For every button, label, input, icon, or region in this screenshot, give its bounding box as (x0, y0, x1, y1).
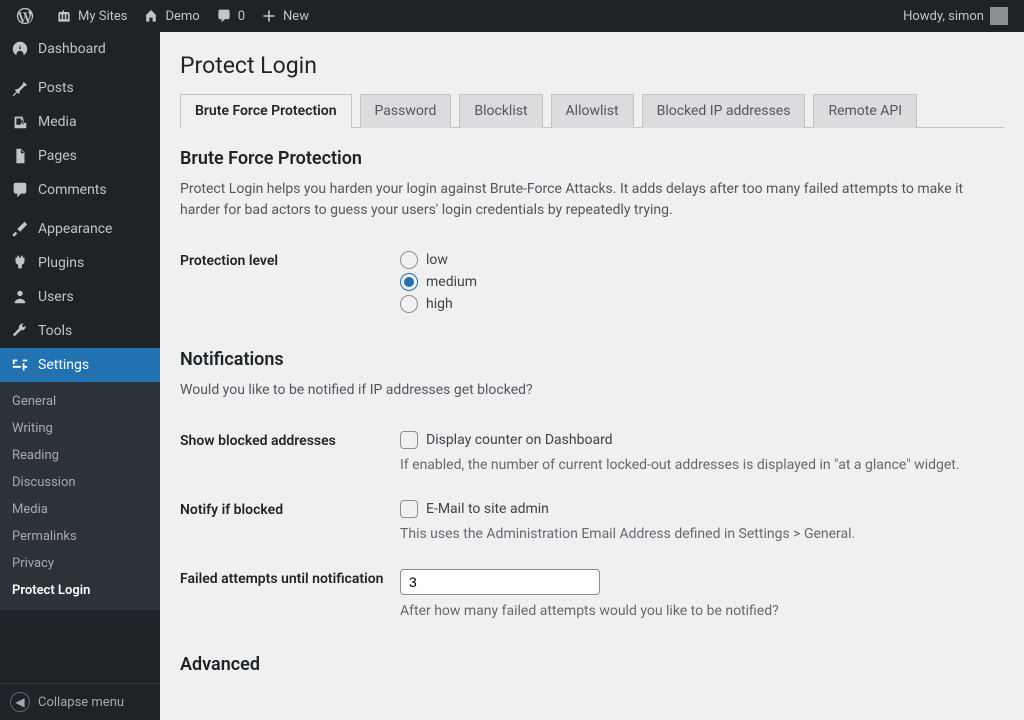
sidebar-item-label: Users (38, 289, 74, 305)
brush-icon (10, 220, 30, 238)
admin-bar: My Sites Demo 0 New Howdy, simon (0, 0, 1024, 32)
comments-link[interactable]: 0 (208, 0, 253, 32)
users-icon (10, 288, 30, 306)
section-brute-force-heading: Brute Force Protection (180, 148, 1004, 169)
sidebar-item-tools[interactable]: Tools (0, 314, 160, 348)
protection-low-radio[interactable] (400, 251, 418, 269)
show-blocked-label: Show blocked addresses (180, 431, 400, 476)
sidebar-item-media[interactable]: Media (0, 105, 160, 139)
sidebar-item-label: Dashboard (38, 41, 106, 57)
sidebar-item-label: Plugins (38, 255, 84, 271)
attempts-input[interactable] (400, 569, 600, 595)
notify-desc: This uses the Administration Email Addre… (400, 524, 1004, 545)
section-notifications-desc: Would you like to be notified if IP addr… (180, 380, 1004, 401)
notify-checkbox-label: E-Mail to site admin (426, 501, 549, 517)
submenu-reading[interactable]: Reading (0, 442, 160, 469)
submenu-discussion[interactable]: Discussion (0, 469, 160, 496)
wrench-icon (10, 322, 30, 340)
show-blocked-checkbox-line[interactable]: Display counter on Dashboard (400, 431, 1004, 449)
show-blocked-checkbox[interactable] (400, 431, 418, 449)
submenu-writing[interactable]: Writing (0, 415, 160, 442)
section-notifications-heading: Notifications (180, 349, 1004, 370)
comment-icon (216, 8, 232, 24)
admin-sidebar: Dashboard Posts Media Pages Comments App… (0, 32, 160, 720)
protection-level-label: Protection level (180, 251, 400, 317)
submenu-media[interactable]: Media (0, 496, 160, 523)
my-sites-label: My Sites (78, 9, 127, 24)
notify-checkbox-line[interactable]: E-Mail to site admin (400, 500, 1004, 518)
protection-medium-radio[interactable] (400, 273, 418, 291)
section-advanced-heading: Advanced (180, 654, 1004, 675)
section-brute-force-desc: Protect Login helps you harden your logi… (180, 179, 1004, 221)
sidebar-item-users[interactable]: Users (0, 280, 160, 314)
notify-checkbox[interactable] (400, 500, 418, 518)
tab-blocklist[interactable]: Blocklist (459, 94, 542, 128)
new-label: New (283, 9, 309, 24)
sidebar-item-label: Posts (38, 80, 74, 96)
pin-icon (10, 79, 30, 97)
sidebar-item-label: Settings (38, 357, 89, 373)
protection-low[interactable]: low (400, 251, 1004, 269)
notify-label: Notify if blocked (180, 500, 400, 545)
tab-remote-api[interactable]: Remote API (813, 94, 917, 128)
home-icon (143, 8, 159, 24)
howdy-label: Howdy, simon (903, 9, 984, 24)
new-link[interactable]: New (253, 0, 317, 32)
page-icon (10, 147, 30, 165)
sidebar-item-plugins[interactable]: Plugins (0, 246, 160, 280)
attempts-desc: After how many failed attempts would you… (400, 601, 1004, 622)
sidebar-item-label: Pages (38, 148, 77, 164)
sidebar-item-settings[interactable]: Settings (0, 348, 160, 382)
howdy-link[interactable]: Howdy, simon (895, 0, 1016, 32)
settings-submenu: General Writing Reading Discussion Media… (0, 382, 160, 610)
tab-password[interactable]: Password (360, 94, 452, 128)
protection-high-label: high (426, 296, 453, 312)
show-blocked-checkbox-label: Display counter on Dashboard (426, 432, 613, 448)
tab-blocked-ip[interactable]: Blocked IP addresses (642, 94, 806, 128)
tab-allowlist[interactable]: Allowlist (551, 94, 634, 128)
submenu-protect-login[interactable]: Protect Login (0, 577, 160, 604)
sidebar-item-label: Appearance (38, 221, 112, 237)
protection-medium-label: medium (426, 274, 477, 290)
wp-logo[interactable] (8, 0, 48, 32)
wordpress-icon (16, 7, 34, 25)
my-sites-link[interactable]: My Sites (48, 0, 135, 32)
collapse-icon: ◀ (10, 692, 30, 712)
multisite-icon (56, 8, 72, 24)
sidebar-item-label: Comments (38, 182, 107, 198)
sidebar-item-pages[interactable]: Pages (0, 139, 160, 173)
sidebar-item-dashboard[interactable]: Dashboard (0, 32, 160, 66)
sidebar-item-appearance[interactable]: Appearance (0, 212, 160, 246)
plus-icon (261, 8, 277, 24)
tab-brute-force[interactable]: Brute Force Protection (180, 94, 352, 128)
sidebar-item-posts[interactable]: Posts (0, 71, 160, 105)
protection-high[interactable]: high (400, 295, 1004, 313)
attempts-label: Failed attempts until notification (180, 569, 400, 622)
main-content: Protect Login Brute Force Protection Pas… (160, 32, 1024, 720)
protection-low-label: low (426, 252, 448, 268)
submenu-permalinks[interactable]: Permalinks (0, 523, 160, 550)
site-name-link[interactable]: Demo (135, 0, 207, 32)
media-icon (10, 113, 30, 131)
show-blocked-desc: If enabled, the number of current locked… (400, 455, 1004, 476)
collapse-menu[interactable]: ◀ Collapse menu (0, 683, 160, 720)
sidebar-item-label: Media (38, 114, 77, 130)
submenu-general[interactable]: General (0, 388, 160, 415)
comment-icon (10, 181, 30, 199)
collapse-label: Collapse menu (38, 695, 124, 710)
page-title: Protect Login (180, 52, 1004, 79)
protection-medium[interactable]: medium (400, 273, 1004, 291)
sidebar-item-label: Tools (38, 323, 72, 339)
dashboard-icon (10, 40, 30, 58)
tab-bar: Brute Force Protection Password Blocklis… (180, 94, 1004, 128)
sidebar-item-comments[interactable]: Comments (0, 173, 160, 207)
avatar (990, 7, 1008, 25)
plug-icon (10, 254, 30, 272)
sliders-icon (10, 356, 30, 374)
submenu-privacy[interactable]: Privacy (0, 550, 160, 577)
protection-high-radio[interactable] (400, 295, 418, 313)
site-name-label: Demo (165, 9, 199, 24)
comments-count: 0 (238, 9, 245, 24)
